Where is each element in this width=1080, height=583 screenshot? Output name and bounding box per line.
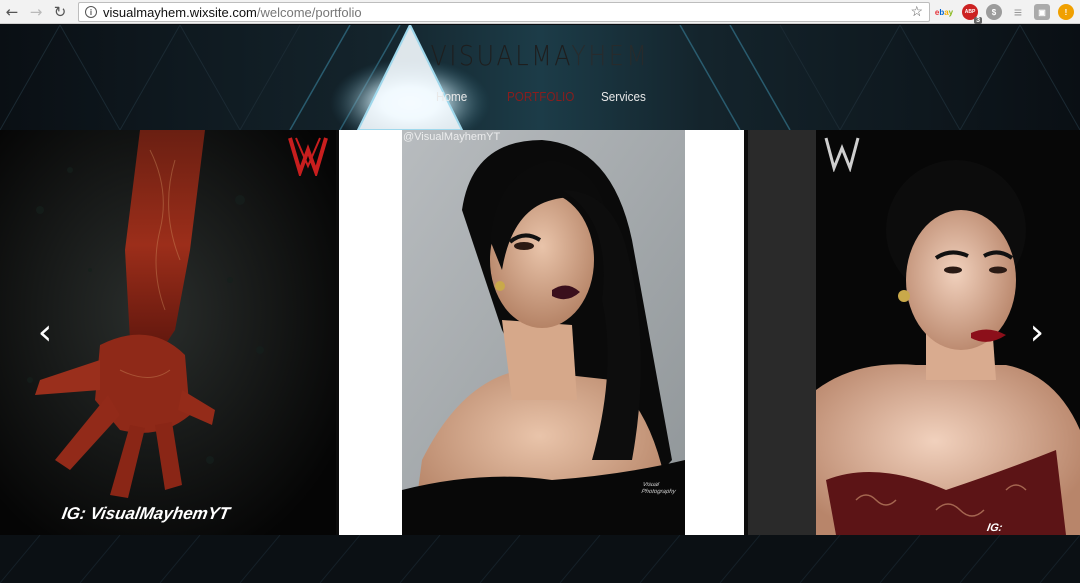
address-bar[interactable]: i visualmayhem.wixsite.com/welcome/portf… [78, 2, 930, 22]
logo-text-part1: VISUALMA [430, 39, 572, 72]
adblock-badge: 3 [974, 17, 982, 24]
site-logo[interactable]: VISUALMAYHEM [81, 39, 999, 72]
footer-background [0, 535, 1080, 583]
footer-pattern [0, 535, 1080, 583]
ebay-letter: y [948, 7, 954, 17]
portrait-watermark: @VisualMayhemYT [403, 131, 501, 143]
logo-text-part2: YHEM [571, 39, 650, 72]
warning-extension-icon[interactable]: ! [1058, 4, 1074, 20]
adblock-extension-icon[interactable]: ABP 3 [962, 4, 982, 24]
portfolio-gallery: IG: VisualMayhemYT @VisualMayhemYT Visua… [0, 130, 1080, 535]
slide-caption: IG: VisualMayhemYT [984, 522, 1076, 535]
forward-icon[interactable]: → [24, 0, 48, 24]
nav-home[interactable]: Home [436, 89, 467, 104]
coin-extension-icon[interactable]: $ [986, 4, 1002, 20]
url-host: visualmayhem.wixsite.com [103, 4, 257, 20]
site-header: VISUALMAYHEM Home PORTFOLIO Services [0, 25, 1080, 130]
back-icon[interactable]: ← [0, 0, 24, 24]
adblock-label: ABP [964, 9, 976, 15]
gallery-prev-arrow-icon[interactable]: ‹ [30, 312, 60, 353]
info-icon[interactable]: i [85, 6, 97, 18]
bookmark-star-icon[interactable]: ☆ [910, 3, 923, 20]
portrait-photo [402, 130, 685, 535]
menu-lines-extension-icon[interactable]: ≡ [1010, 4, 1026, 20]
vm-logo-icon [824, 137, 860, 172]
browser-toolbar: ← → ↻ i visualmayhem.wixsite.com/welcome… [0, 0, 1080, 24]
nav-portfolio[interactable]: PORTFOLIO [507, 89, 574, 104]
photographer-signature: Visual Photography [640, 482, 677, 495]
gallery-spacer [748, 130, 816, 535]
gallery-next-arrow-icon[interactable]: › [1022, 312, 1052, 353]
vm-logo-icon [288, 137, 328, 176]
site-nav: Home PORTFOLIO Services [0, 89, 1080, 109]
extensions-area: ebay ABP 3 $ ≡ ▣ ! [934, 3, 1074, 24]
url-path: /welcome/portfolio [256, 4, 362, 20]
square-extension-icon[interactable]: ▣ [1034, 4, 1050, 20]
reload-icon[interactable]: ↻ [48, 0, 72, 24]
nav-services[interactable]: Services [601, 89, 646, 104]
gallery-slide-portrait[interactable]: @VisualMayhemYT Visual Photography [339, 130, 744, 535]
slide-caption: IG: VisualMayhemYT [60, 504, 232, 523]
ebay-extension-icon[interactable]: ebay [934, 4, 954, 20]
